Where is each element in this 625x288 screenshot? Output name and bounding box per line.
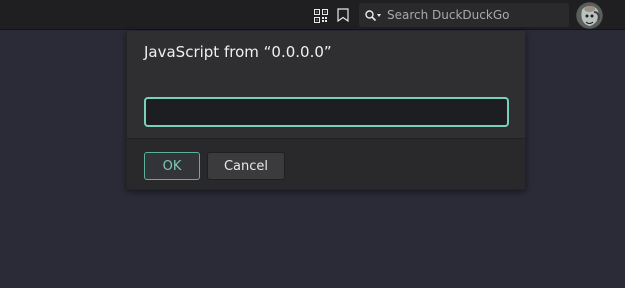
dialog-title: JavaScript from “0.0.0.0”: [144, 43, 332, 61]
bookmark-icon[interactable]: [336, 7, 350, 23]
dialog-footer: OK Cancel: [127, 138, 525, 189]
search-icon: [364, 8, 382, 22]
prompt-input[interactable]: [144, 97, 509, 127]
search-input[interactable]: [387, 3, 565, 27]
ok-button[interactable]: OK: [144, 152, 200, 180]
javascript-prompt-dialog: JavaScript from “0.0.0.0” OK Cancel: [126, 31, 526, 190]
browser-toolbar: [0, 0, 625, 30]
avatar[interactable]: [576, 2, 603, 29]
qr-code-icon[interactable]: [313, 8, 329, 24]
search-box[interactable]: [359, 3, 569, 27]
cancel-button[interactable]: Cancel: [207, 152, 285, 180]
